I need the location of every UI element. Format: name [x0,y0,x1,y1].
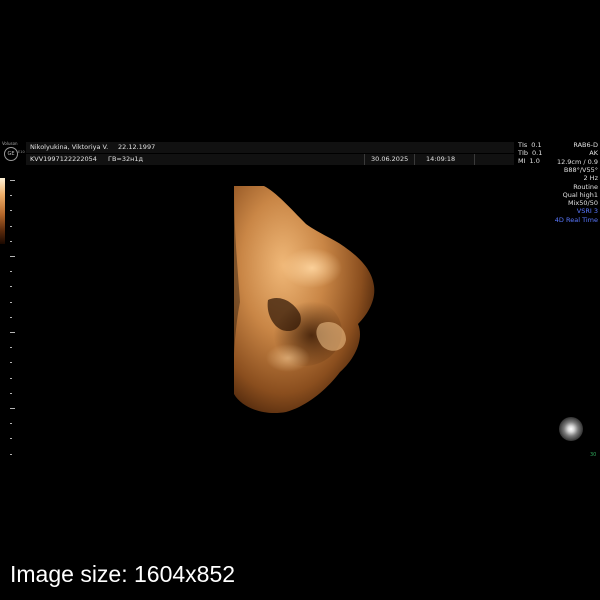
color-scale-bar [0,178,5,244]
acoustic-index-label: MI [518,157,526,165]
header-divider [414,154,415,165]
depth-tick-minor [10,392,12,394]
depth-tick-minor [10,286,12,288]
scan-parameter: 4D Real Time [554,215,598,224]
patient-birth-date: 22.12.1997 [118,143,156,151]
acoustic-index-value: 0.1 [532,149,543,157]
depth-tick-minor [10,210,12,212]
depth-tick-minor [10,453,12,455]
scan-parameter: 2 Hz [583,174,598,183]
scan-parameter: Routine [573,182,598,191]
scan-parameter: VSRI 3 [576,207,598,216]
patient-name: Nikolyukina, Viktoriya V. [30,143,109,151]
scan-parameter: Mix50/50 [568,199,598,208]
exam-time: 14:09:18 [426,155,456,163]
scan-parameter: B88°/V55° [563,165,598,174]
patient-id: KVV1997122222054 [30,155,97,163]
acoustic-index-label: TIb [518,149,529,157]
depth-tick-minor [10,347,12,349]
scan-parameter: AK [589,149,598,158]
ge-logo-icon: GE [4,147,18,161]
scan-parameter: Qual high1 [562,190,598,199]
logo-brand-text: Voluson [2,141,18,146]
depth-tick-minor [10,377,12,379]
header-divider [364,154,365,165]
logo-model-text: E10 [18,150,25,154]
header-divider [474,154,475,165]
depth-tick-minor [10,423,12,425]
depth-tick-major [10,256,15,257]
depth-tick-major [10,408,15,409]
acoustic-index-value: 0.1 [531,141,542,149]
depth-tick-minor [10,301,12,303]
depth-tick-minor [10,240,12,242]
gestational-age: ГВ=32н1д [108,155,144,163]
image-size-caption: Image size: 1604x852 [10,561,236,587]
depth-tick-major [10,332,15,333]
voluson-logo: Voluson GE E10 [2,141,25,163]
depth-tick-minor [10,316,12,318]
depth-tick-minor [10,362,12,364]
depth-tick-major [10,180,15,181]
acoustic-index-value: 1.0 [529,157,540,165]
scan-parameter: RAB6-D [573,141,598,149]
depth-tick-minor [10,225,12,227]
exam-header-row: KVV1997122222054 ГВ=32н1д 30.06.2025 14:… [26,154,514,165]
acoustic-index-tis: TIs 0.1 [518,141,542,149]
patient-header-row: Nikolyukina, Viktoriya V. 22.12.1997 [26,142,514,153]
depth-tick-minor [10,438,12,440]
ultrasound-3d-render [233,186,375,414]
acoustic-index-mi: MI 1.0 [518,157,540,165]
depth-tick-minor [10,271,12,273]
depth-tick-minor [10,195,12,197]
acoustic-index-label: TIs [518,141,528,149]
exam-date: 30.06.2025 [371,155,409,163]
acoustic-index-tib: TIb 0.1 [518,149,542,157]
trackball-indicator-icon [559,417,583,441]
frame-rate-marker: 30 [590,452,597,458]
scan-parameter: 12.9cm / 0.9 [556,157,598,166]
